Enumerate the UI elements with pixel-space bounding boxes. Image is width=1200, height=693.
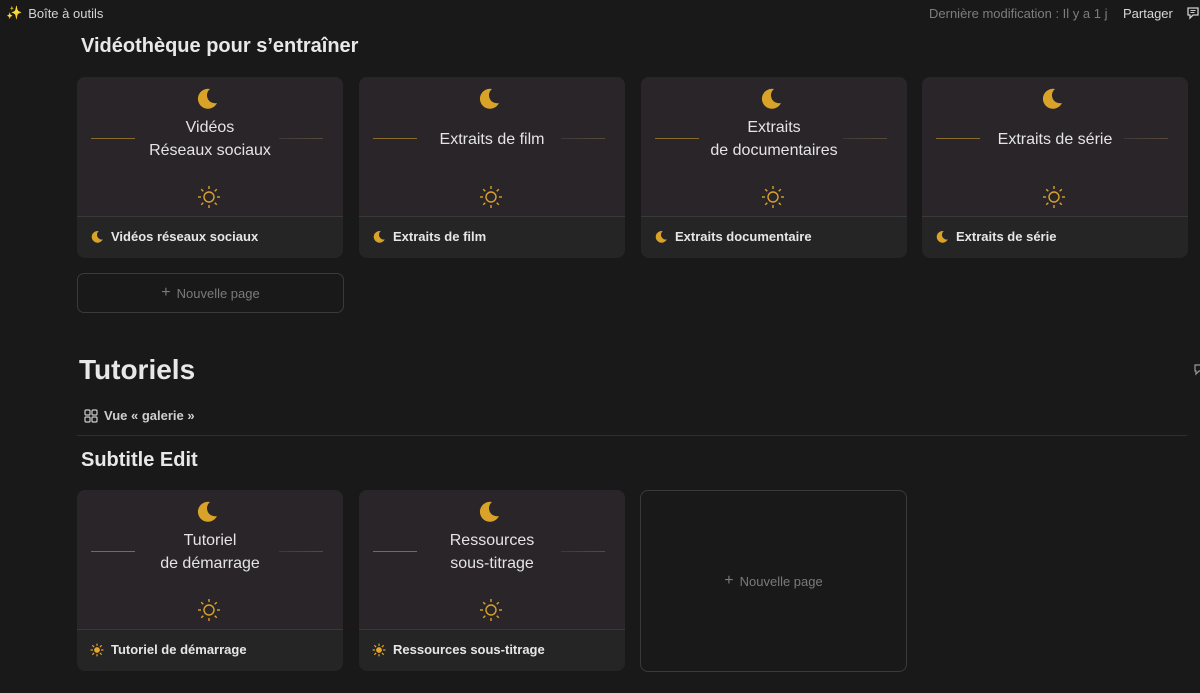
gallery-card[interactable]: Extraits de série Extraits de série bbox=[922, 77, 1188, 258]
sun-icon bbox=[480, 186, 502, 208]
view-label: Vue « galerie » bbox=[104, 408, 195, 423]
sun-icon bbox=[372, 643, 386, 656]
moon-icon bbox=[655, 230, 667, 243]
card-label: Extraits de film bbox=[372, 229, 486, 244]
card-label: Extraits documentaire bbox=[654, 229, 812, 244]
card-cover: Tutoriel de démarrage bbox=[77, 490, 343, 629]
card-divider bbox=[922, 216, 1188, 217]
card-label: Extraits de série bbox=[935, 229, 1056, 244]
sun-icon bbox=[762, 186, 784, 208]
moon-icon bbox=[479, 88, 499, 109]
new-page-button[interactable]: + Nouvelle page bbox=[77, 273, 344, 313]
plus-icon: + bbox=[724, 572, 734, 589]
comment-icon[interactable] bbox=[1186, 6, 1200, 20]
comment-icon[interactable] bbox=[1193, 362, 1200, 376]
section-heading-subtitle-edit: Subtitle Edit bbox=[81, 449, 198, 471]
card-label-text: Extraits documentaire bbox=[675, 229, 812, 244]
card-label-text: Extraits de série bbox=[956, 229, 1057, 244]
card-label-text: Vidéos réseaux sociaux bbox=[111, 229, 259, 244]
decorative-line bbox=[279, 551, 323, 552]
card-label-text: Tutoriel de démarrage bbox=[111, 642, 247, 657]
sun-icon bbox=[198, 599, 220, 621]
sun-icon bbox=[198, 186, 220, 208]
new-page-card[interactable]: + Nouvelle page bbox=[640, 490, 907, 672]
moon-icon bbox=[479, 501, 499, 522]
card-cover: Vidéos Réseaux sociaux bbox=[77, 77, 343, 216]
cover-title: Tutoriel de démarrage bbox=[160, 532, 260, 572]
decorative-line bbox=[561, 138, 605, 139]
sun-icon bbox=[1043, 186, 1065, 208]
top-bar: ✨ Boîte à outils Dernière modification :… bbox=[0, 0, 1200, 26]
card-divider bbox=[359, 216, 625, 217]
gallery-card[interactable]: Ressources sous-titrage Ressources sous-… bbox=[359, 490, 625, 671]
moon-icon bbox=[936, 230, 948, 243]
moon-icon bbox=[373, 230, 385, 243]
card-cover: Extraits de documentaires bbox=[641, 77, 907, 216]
sun-icon bbox=[480, 599, 502, 621]
breadcrumb[interactable]: ✨ Boîte à outils bbox=[6, 5, 103, 21]
card-divider bbox=[77, 216, 343, 217]
decorative-line bbox=[279, 138, 323, 139]
gallery-card[interactable]: Extraits de film Extraits de film bbox=[359, 77, 625, 258]
moon-icon bbox=[197, 501, 217, 522]
moon-icon bbox=[761, 88, 781, 109]
last-modified-text: Dernière modification : Il y a 1 j bbox=[929, 6, 1108, 21]
section-heading-videotheque: Vidéothèque pour s’entraîner bbox=[81, 35, 359, 57]
cover-title: Ressources sous-titrage bbox=[449, 532, 535, 572]
cover-title: Extraits de documentaires bbox=[710, 119, 838, 159]
card-label-text: Ressources sous-titrage bbox=[393, 642, 545, 657]
card-divider bbox=[641, 216, 907, 217]
cover-title: Extraits de série bbox=[997, 130, 1113, 148]
cover-title: Vidéos Réseaux sociaux bbox=[149, 119, 271, 159]
plus-icon: + bbox=[161, 284, 171, 301]
card-label-text: Extraits de film bbox=[393, 229, 487, 244]
card-cover: Ressources sous-titrage bbox=[359, 490, 625, 629]
card-divider bbox=[359, 629, 625, 630]
gallery-view-tab[interactable]: Vue « galerie » bbox=[84, 408, 195, 423]
card-label: Ressources sous-titrage bbox=[372, 642, 545, 657]
card-cover: Extraits de film bbox=[359, 77, 625, 216]
card-divider bbox=[77, 629, 343, 630]
new-page-label: Nouvelle page bbox=[176, 285, 260, 301]
gallery-card[interactable]: Vidéos Réseaux sociaux Vidéos réseaux so… bbox=[77, 77, 343, 258]
divider bbox=[77, 435, 1187, 436]
moon-icon bbox=[1042, 88, 1062, 109]
moon-icon bbox=[197, 88, 217, 109]
share-button[interactable]: Partager bbox=[1123, 6, 1173, 21]
sparkle-icon: ✨ bbox=[6, 5, 23, 20]
new-page-label: Nouvelle page bbox=[739, 573, 823, 589]
decorative-line bbox=[561, 551, 605, 552]
decorative-line bbox=[1124, 138, 1168, 139]
sun-icon bbox=[90, 643, 104, 656]
gallery-grid-icon bbox=[84, 408, 98, 423]
gallery-card[interactable]: Tutoriel de démarrage Tutoriel de démarr… bbox=[77, 490, 343, 671]
card-label: Tutoriel de démarrage bbox=[90, 642, 247, 657]
decorative-line bbox=[843, 138, 887, 139]
card-cover: Extraits de série bbox=[922, 77, 1188, 216]
moon-icon bbox=[91, 230, 103, 243]
breadcrumb-label: Boîte à outils bbox=[28, 5, 104, 21]
card-label: Vidéos réseaux sociaux bbox=[90, 229, 258, 244]
cover-title: Extraits de film bbox=[439, 130, 545, 148]
page-heading-tutoriels: Tutoriels bbox=[79, 354, 196, 385]
gallery-card[interactable]: Extraits de documentaires Extraits docum… bbox=[641, 77, 907, 258]
